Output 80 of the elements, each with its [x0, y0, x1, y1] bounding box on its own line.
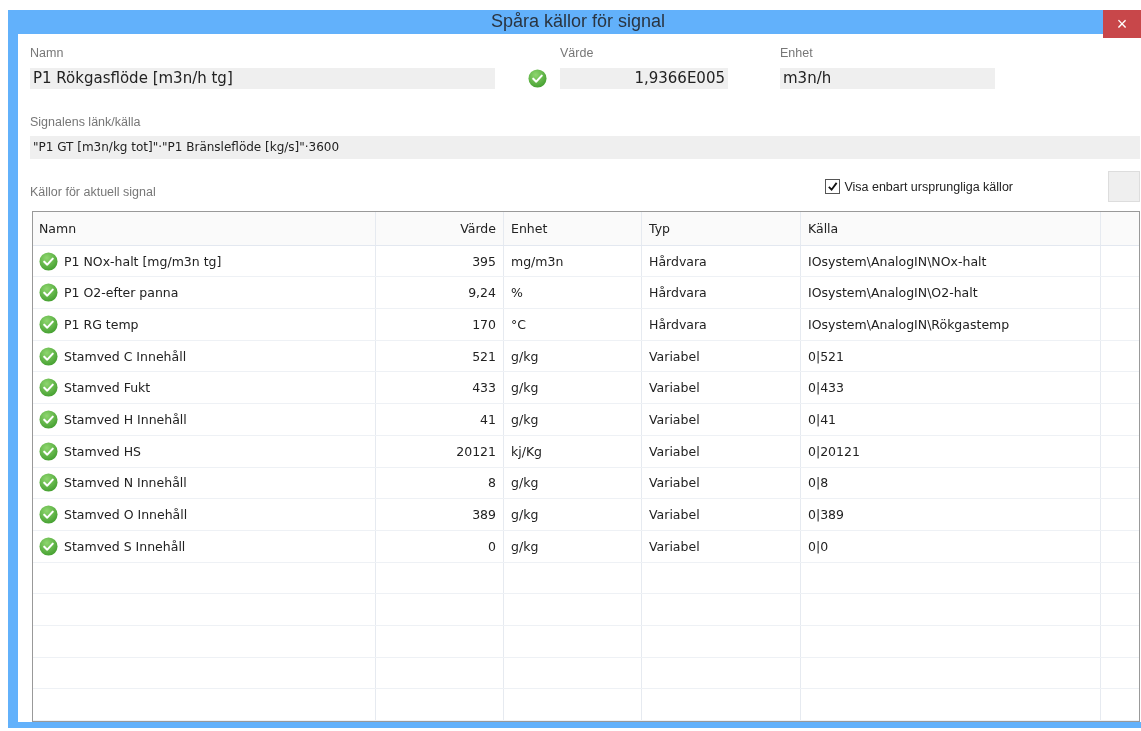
field-label: Namn — [30, 45, 65, 60]
checkbox-label: Visa enbart ursprungliga källor — [844, 179, 1013, 194]
check-circle-icon — [39, 441, 58, 461]
column-header[interactable]: Källa — [801, 211, 1101, 245]
field-label: Signalens länk/källa — [30, 114, 142, 129]
table-cell: 0|8 — [808, 475, 829, 491]
table-cell: 0|0 — [808, 538, 829, 554]
table-cell: 0|433 — [808, 380, 845, 396]
table-cell: 433 — [472, 380, 496, 396]
table-cell: Hårdvara — [649, 253, 707, 269]
table-cell: 8 — [488, 475, 496, 491]
table-cell: IOsystem\AnalogIN\NOx-halt — [808, 253, 987, 269]
table-cell: 0|521 — [808, 348, 845, 364]
table-cell: IOsystem\AnalogIN\Rökgastemp — [808, 316, 1010, 332]
table-cell: % — [511, 285, 523, 301]
check-circle-icon — [39, 409, 58, 429]
table-cell: g/kg — [511, 507, 539, 523]
check-circle-icon — [39, 536, 58, 556]
table-cell: mg/m3n — [511, 253, 564, 269]
check-circle-icon — [39, 346, 58, 366]
table-cell: Stamved HS — [64, 443, 141, 459]
table-cell: Stamved O Innehåll — [64, 507, 188, 523]
section-label: Källor för aktuell signal — [30, 184, 157, 199]
name-field[interactable]: P1 Rökgasflöde [m3n/h tg] — [30, 67, 495, 89]
table-cell: Hårdvara — [649, 285, 707, 301]
table-cell: Hårdvara — [649, 316, 707, 332]
table-cell: Stamved S Innehåll — [64, 538, 186, 554]
table-cell: IOsystem\AnalogIN\O2-halt — [808, 285, 978, 301]
table-cell: Stamved C Innehåll — [64, 348, 187, 364]
table-cell: Stamved Fukt — [64, 380, 151, 396]
table-cell: P1 NOx-halt [mg/m3n tg] — [64, 253, 222, 269]
field-label: Värde — [560, 45, 595, 60]
table-cell: g/kg — [511, 380, 539, 396]
window-title: Spåra källor för signal — [490, 11, 666, 33]
table-cell: P1 RG temp — [64, 316, 139, 332]
check-circle-icon — [39, 378, 58, 398]
check-circle-icon — [528, 68, 547, 88]
table-cell: °C — [511, 316, 526, 332]
check-circle-icon — [39, 283, 58, 303]
column-header[interactable]: Typ — [642, 211, 801, 245]
checkbox[interactable] — [825, 179, 841, 195]
table-cell: g/kg — [511, 348, 539, 364]
close-button[interactable]: × — [1103, 10, 1141, 38]
table-cell: kj/Kg — [511, 443, 543, 459]
table-cell: Stamved N Innehåll — [64, 475, 187, 491]
table-cell: Variabel — [649, 507, 700, 523]
column-header[interactable]: Värde — [376, 211, 504, 245]
table-cell: 170 — [472, 316, 496, 332]
table-cell: 41 — [480, 411, 496, 427]
check-circle-icon — [39, 473, 58, 493]
table-cell: g/kg — [511, 475, 539, 491]
column-header[interactable]: Enhet — [504, 211, 642, 245]
table-cell: 389 — [472, 507, 496, 523]
table-cell: Variabel — [649, 348, 700, 364]
check-circle-icon — [39, 505, 58, 525]
check-circle-icon — [39, 314, 58, 334]
table-cell: 521 — [472, 348, 496, 364]
table-cell: 0|389 — [808, 507, 845, 523]
table-cell: 9,24 — [468, 285, 496, 301]
check-circle-icon — [39, 251, 58, 271]
table-cell: 0 — [488, 538, 496, 554]
table-cell: 0|41 — [808, 411, 837, 427]
table-cell: 0|20121 — [808, 443, 860, 459]
table-cell: 395 — [472, 253, 496, 269]
table-cell: g/kg — [511, 411, 539, 427]
only-original-checkbox[interactable]: Visa enbart ursprungliga källor — [825, 179, 1013, 195]
table-cell: Stamved H Innehåll — [64, 411, 187, 427]
unit-field[interactable]: m3n/h — [780, 67, 995, 89]
table-cell: Variabel — [649, 443, 700, 459]
table-cell: g/kg — [511, 538, 539, 554]
table-cell: Variabel — [649, 475, 700, 491]
table-cell: P1 O2-efter panna — [64, 285, 179, 301]
link-field[interactable]: "P1 GT [m3n/kg tot]"·"P1 Bränsleflöde [kg/s]"·3600 — [30, 135, 1140, 159]
table-cell: Variabel — [649, 411, 700, 427]
column-header[interactable]: Namn — [33, 211, 376, 245]
table-cell: Variabel — [649, 380, 700, 396]
table-cell: 20121 — [456, 443, 496, 459]
table-cell: Variabel — [649, 538, 700, 554]
value-field[interactable]: 1,9366E005 — [560, 67, 728, 89]
field-label: Enhet — [780, 45, 814, 60]
